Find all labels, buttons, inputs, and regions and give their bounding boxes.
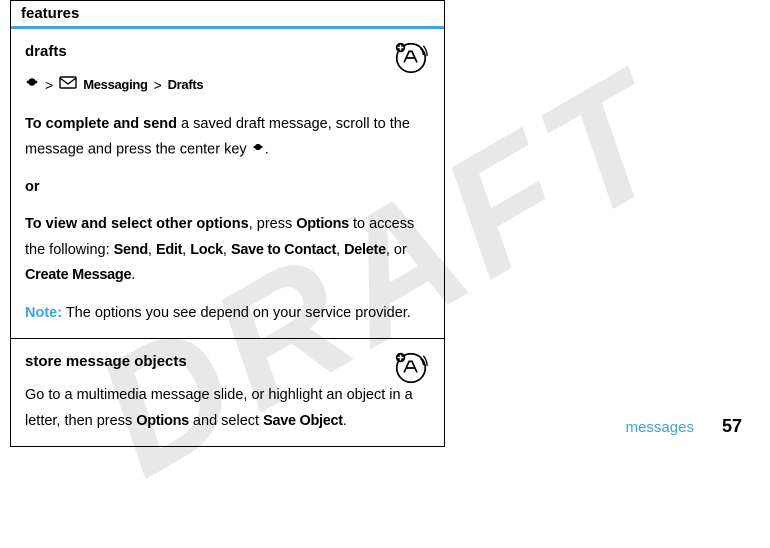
messaging-icon — [59, 74, 77, 97]
options-key: Options — [136, 413, 189, 429]
nav-path: > Messaging > Drafts — [25, 73, 430, 98]
section-title: drafts — [25, 39, 430, 65]
option-item: Send — [114, 242, 148, 258]
body-text: . — [265, 142, 269, 158]
nav-sub-label: Drafts — [168, 74, 204, 97]
body-text: . — [131, 267, 135, 283]
feature-badge-icon — [392, 349, 430, 387]
body-text: . — [343, 413, 347, 429]
option-item: Save to Contact — [231, 242, 336, 258]
note-text: Note: The options you see depend on your… — [25, 301, 430, 326]
body-text: and select — [189, 413, 263, 429]
store-objects-text: Go to a multimedia message slide, or hig… — [25, 383, 430, 434]
page-footer: messages 57 — [626, 416, 742, 437]
body-text: , press — [249, 216, 297, 232]
bold-lead: To view and select other options — [25, 216, 249, 232]
center-key-icon — [25, 74, 39, 97]
options-key: Options — [296, 216, 349, 232]
section-title: store message objects — [25, 349, 430, 375]
drafts-complete-text: To complete and send a saved draft messa… — [25, 112, 430, 163]
page-content: features drafts > — [0, 0, 770, 447]
section-drafts: drafts > Messaging > Drafts To complete … — [11, 29, 444, 339]
center-key-icon — [251, 137, 265, 162]
option-item: Lock — [190, 242, 223, 258]
drafts-options-text: To view and select other options, press … — [25, 212, 430, 288]
bold-lead: To complete and send — [25, 116, 177, 132]
or-text: or — [25, 175, 430, 200]
section-store-objects: store message objects Go to a multimedia… — [11, 339, 444, 446]
features-table: features drafts > — [10, 0, 445, 447]
note-body: The options you see depend on your servi… — [62, 305, 411, 321]
note-label: Note: — [25, 305, 62, 321]
option-item: Delete — [344, 242, 386, 258]
page-number: 57 — [722, 416, 742, 436]
chevron-right-icon: > — [154, 73, 162, 98]
feature-badge-icon — [392, 39, 430, 77]
option-item: Edit — [156, 242, 182, 258]
save-object-key: Save Object — [263, 413, 343, 429]
body-text: , or — [386, 242, 407, 258]
nav-menu-label: Messaging — [83, 74, 147, 97]
footer-category: messages — [626, 419, 694, 436]
chevron-right-icon: > — [45, 73, 53, 98]
features-header: features — [11, 0, 444, 29]
option-item: Create Message — [25, 267, 131, 283]
